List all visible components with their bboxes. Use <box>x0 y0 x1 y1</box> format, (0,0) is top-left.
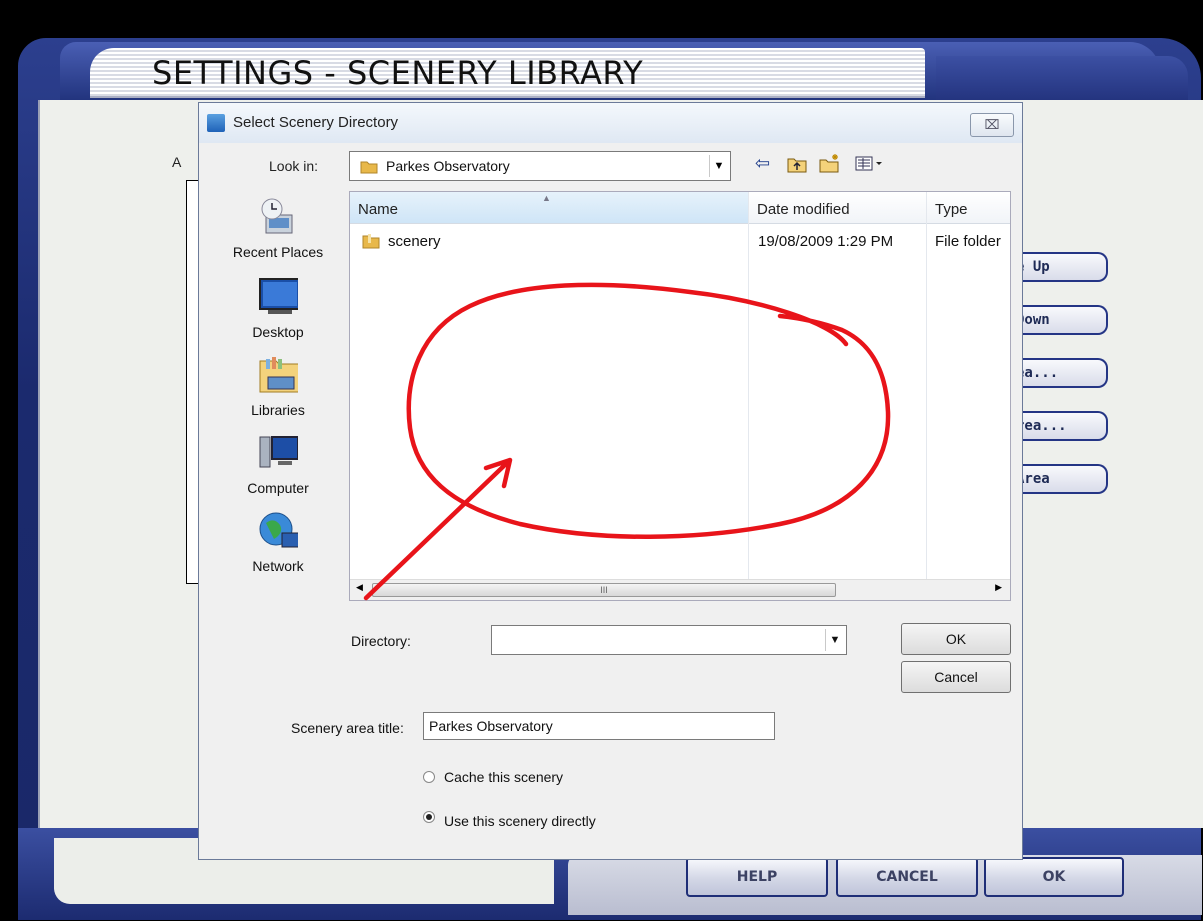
column-header-name[interactable]: Name ▲ <box>350 192 748 224</box>
libraries-icon <box>259 357 302 393</box>
column-header-date[interactable]: Date modified <box>749 192 926 224</box>
desktop-icon <box>259 278 301 314</box>
move-down-button[interactable]: Down <box>1012 305 1108 335</box>
area-list-header: A <box>172 154 182 170</box>
chevron-down-icon[interactable]: ▼ <box>825 629 844 651</box>
place-desktop[interactable]: Desktop <box>213 277 343 340</box>
directory-combo[interactable]: ▼ <box>491 625 847 655</box>
move-up-button[interactable]: e Up <box>1012 252 1108 282</box>
footer-ok-button[interactable]: OK <box>984 857 1124 897</box>
column-header-type[interactable]: Type <box>927 192 1010 224</box>
place-libraries[interactable]: Libraries <box>213 355 343 418</box>
dialog-app-icon <box>207 114 225 132</box>
look-in-value: Parkes Observatory <box>386 158 510 174</box>
use-directly-radio[interactable] <box>423 811 435 823</box>
up-folder-icon[interactable] <box>787 155 807 173</box>
scenery-title-input[interactable] <box>423 712 775 740</box>
ok-button[interactable]: OK <box>901 623 1011 655</box>
close-button[interactable]: ⌧ <box>970 113 1014 137</box>
delete-area-button[interactable]: Area <box>1012 464 1108 494</box>
file-name: scenery <box>388 233 441 250</box>
recent-places-icon <box>261 198 293 234</box>
list-item[interactable]: scenery 19/08/2009 1:29 PM File folder <box>350 230 1010 254</box>
back-arrow-icon[interactable]: ⇦ <box>755 153 770 174</box>
dialog-title: Select Scenery Directory <box>233 114 399 131</box>
scroll-right-icon[interactable]: ▶ <box>995 582 1002 593</box>
place-computer[interactable]: Computer <box>213 433 343 496</box>
scroll-left-icon[interactable]: ◀ <box>356 582 363 593</box>
scrollbar-thumb[interactable]: III <box>372 583 836 597</box>
cancel-button[interactable]: Cancel <box>901 661 1011 693</box>
use-directly-label[interactable]: Use this scenery directly <box>444 813 596 829</box>
help-button[interactable]: HELP <box>686 857 828 897</box>
cache-scenery-label[interactable]: Cache this scenery <box>444 769 563 785</box>
header-right-cap <box>936 56 1188 100</box>
network-icon <box>259 512 301 548</box>
place-label: Desktop <box>252 324 304 340</box>
file-date: 19/08/2009 1:29 PM <box>758 233 894 250</box>
place-label: Libraries <box>251 402 305 418</box>
column-label: Name <box>358 201 399 218</box>
place-label: Network <box>252 558 304 574</box>
look-in-combo[interactable]: Parkes Observatory ▼ <box>349 151 731 181</box>
page-title: SETTINGS - SCENERY LIBRARY <box>152 54 644 92</box>
add-area-button[interactable]: ea... <box>1012 358 1108 388</box>
folder-icon <box>362 234 380 249</box>
cache-scenery-radio[interactable] <box>423 771 435 783</box>
chevron-down-icon[interactable]: ▼ <box>709 155 728 177</box>
dialog-titlebar: Select Scenery Directory ⌧ <box>199 103 1022 143</box>
scenery-title-label: Scenery area title: <box>291 720 404 736</box>
look-in-label: Look in: <box>269 158 319 174</box>
place-recent-places[interactable]: Recent Places <box>213 197 343 260</box>
footer-cancel-button[interactable]: CANCEL <box>836 857 978 897</box>
place-label: Computer <box>247 480 309 496</box>
edit-area-button[interactable]: rea... <box>1012 411 1108 441</box>
places-bar: Recent Places Desktop Libraries Computer… <box>213 191 343 591</box>
computer-icon <box>259 436 299 468</box>
folder-icon <box>360 161 378 174</box>
sort-up-icon: ▲ <box>542 193 551 203</box>
file-list[interactable]: Name ▲ Date modified Type scenery 19/08/… <box>349 191 1011 601</box>
place-network[interactable]: Network <box>213 511 343 574</box>
file-type: File folder <box>935 233 1001 250</box>
views-menu-icon[interactable] <box>855 155 885 173</box>
new-folder-icon[interactable] <box>819 153 841 173</box>
directory-label: Directory: <box>351 633 411 649</box>
select-directory-dialog: Select Scenery Directory ⌧ Look in: Park… <box>198 102 1023 860</box>
horizontal-scrollbar[interactable]: ◀ III ▶ <box>350 579 1010 600</box>
place-label: Recent Places <box>232 244 324 260</box>
